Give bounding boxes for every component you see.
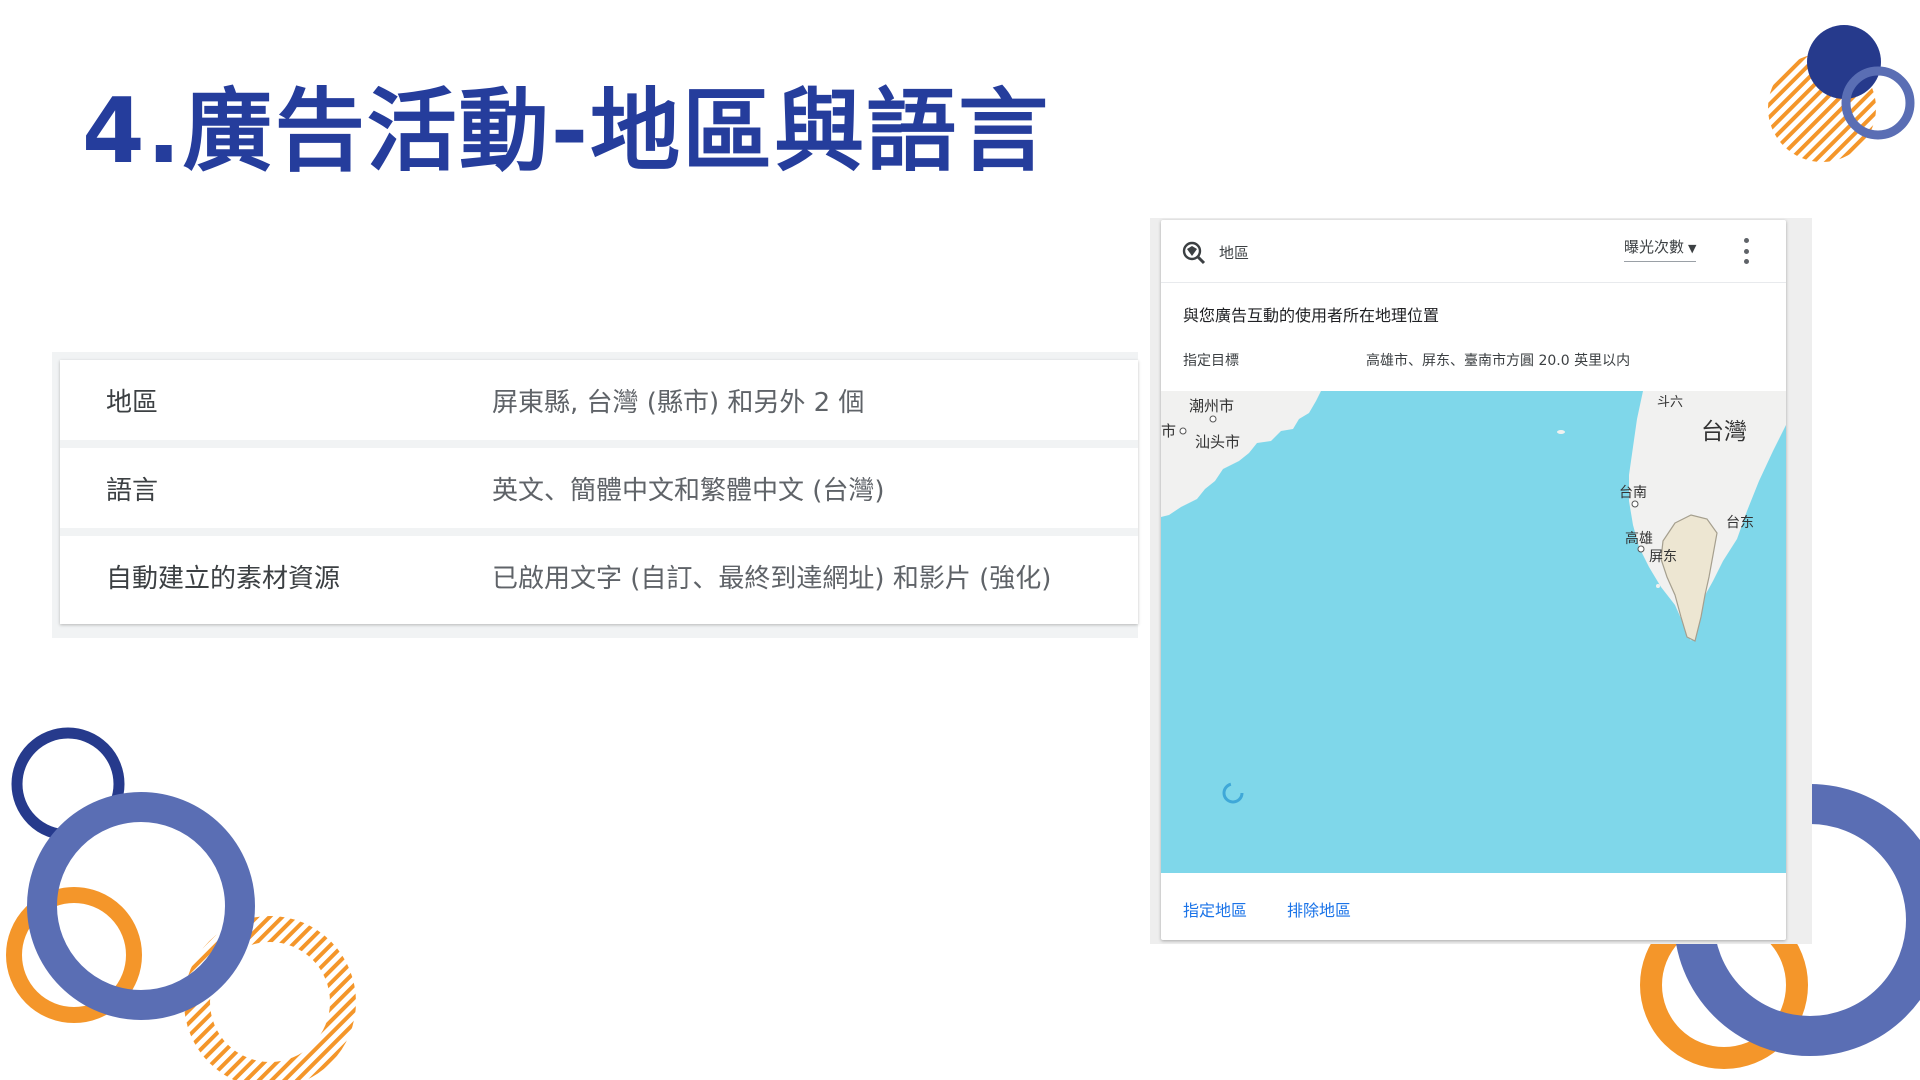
striped-circle-top-right bbox=[1768, 54, 1876, 162]
metric-select-value: 曝光次數 bbox=[1624, 238, 1685, 256]
location-map-card: 地區 曝光次數 ▼ 與您廣告互動的使用者所在地理位置 指定目標 高雄市、屏东、臺南… bbox=[1161, 220, 1786, 940]
card-subtitle: 與您廣告互動的使用者所在地理位置 bbox=[1183, 306, 1440, 325]
orange-ring-bottom-left bbox=[6, 887, 142, 1023]
periwinkle-ring-bottom-left bbox=[27, 792, 255, 1020]
ring-top-right bbox=[1841, 66, 1915, 140]
metric-select[interactable]: 曝光次數 ▼ bbox=[1624, 236, 1697, 262]
chevron-down-icon: ▼ bbox=[1688, 242, 1697, 255]
settings-row-language[interactable]: 語言 英文、簡體中文和繁體中文 (台灣) bbox=[60, 448, 1138, 536]
row-label: 地區 bbox=[106, 387, 159, 418]
location-search-icon bbox=[1182, 241, 1206, 265]
map-label-taitung: 台东 bbox=[1726, 515, 1754, 531]
row-value: 屏東縣, 台灣 (縣市) 和另外 2 個 bbox=[492, 387, 865, 418]
settings-row-automated-assets[interactable]: 自動建立的素材資源 已啟用文字 (自訂、最終到達網址) 和影片 (強化) bbox=[60, 536, 1138, 616]
excluded-locations-link[interactable]: 排除地區 bbox=[1287, 897, 1351, 921]
map-label-shantou: 汕头市 bbox=[1195, 433, 1240, 451]
row-label: 語言 bbox=[106, 475, 159, 506]
map-label-chaozhou: 潮州市 bbox=[1189, 397, 1234, 415]
map-label-pingtung: 屏东 bbox=[1649, 549, 1677, 565]
row-value: 英文、簡體中文和繁體中文 (台灣) bbox=[492, 475, 885, 506]
slide-title: 4.廣告活動-地區與語言 bbox=[82, 79, 1051, 184]
map-label-city-edge: 市 bbox=[1161, 422, 1176, 440]
map-label-kaohsiung: 高雄 bbox=[1625, 530, 1653, 547]
target-label: 指定目標 bbox=[1183, 353, 1239, 369]
campaign-settings-card: 地區 屏東縣, 台灣 (縣市) 和另外 2 個 語言 英文、簡體中文和繁體中文 … bbox=[60, 360, 1138, 624]
settings-row-location[interactable]: 地區 屏東縣, 台灣 (縣市) 和另外 2 個 bbox=[60, 360, 1138, 448]
targeted-locations-link[interactable]: 指定地區 bbox=[1183, 897, 1247, 921]
map-label-douliu: 斗六 bbox=[1657, 395, 1683, 410]
target-value: 高雄市、屏东、臺南市方圓 20.0 英里以内 bbox=[1366, 353, 1631, 369]
location-map[interactable]: 潮州市 市 汕头市 斗六 台灣 台南 台东 高雄 屏东 bbox=[1161, 391, 1786, 873]
card-title: 地區 bbox=[1219, 244, 1250, 262]
map-label-taiwan: 台灣 bbox=[1701, 419, 1747, 445]
navy-ring-bottom-left bbox=[11, 727, 125, 841]
campaign-settings-panel: 地區 屏東縣, 台灣 (縣市) 和另外 2 個 語言 英文、簡體中文和繁體中文 … bbox=[52, 352, 1138, 638]
card-footer: 指定地區 排除地區 bbox=[1161, 873, 1786, 940]
row-label: 自動建立的素材資源 bbox=[106, 563, 341, 594]
striped-circle-bottom-left bbox=[184, 916, 356, 1080]
more-options-button[interactable] bbox=[1737, 238, 1755, 264]
map-label-tainan: 台南 bbox=[1619, 485, 1647, 501]
card-header: 地區 曝光次數 ▼ bbox=[1161, 220, 1786, 283]
more-vert-icon bbox=[1743, 238, 1749, 243]
navy-circle-top-right bbox=[1807, 25, 1881, 99]
row-value: 已啟用文字 (自訂、最終到達網址) 和影片 (強化) bbox=[492, 563, 1052, 594]
